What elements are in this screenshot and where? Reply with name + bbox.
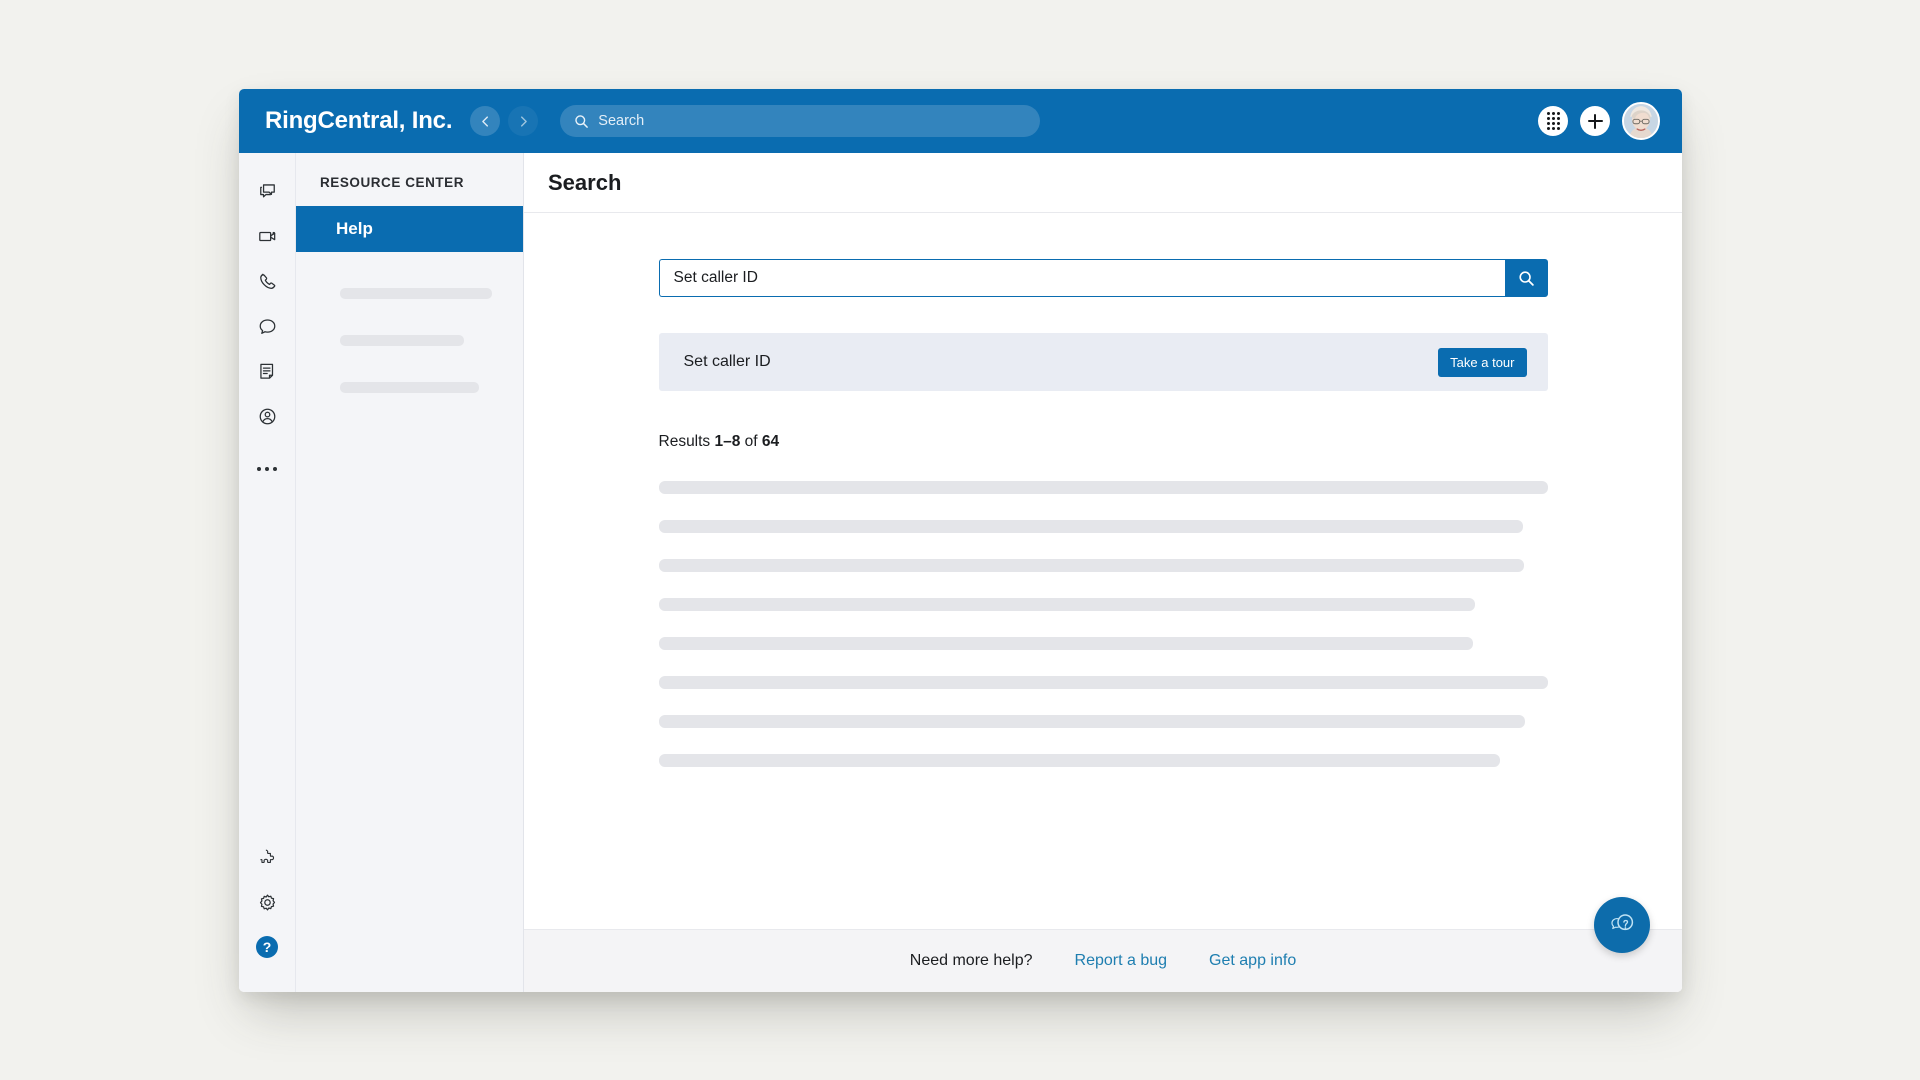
sidebar-item-phone[interactable]: [247, 261, 287, 301]
more-icon: [256, 466, 278, 472]
brand-title: RingCentral, Inc.: [265, 107, 453, 134]
get-app-info-link[interactable]: Get app info: [1209, 952, 1296, 970]
phone-icon: [259, 273, 275, 289]
skeleton-bar: [340, 382, 479, 393]
app-window: RingCentral, Inc. Search ? RESOURCE CENT…: [239, 89, 1682, 992]
chevron-right-icon: [520, 115, 527, 127]
results-range: 1–8: [714, 433, 741, 450]
sidebar-item-video[interactable]: [247, 216, 287, 256]
results-count: Results 1–8 of 64: [659, 433, 1548, 451]
sidebar-item-message[interactable]: [247, 171, 287, 211]
results-prefix: Results: [658, 433, 715, 450]
message-icon: [259, 183, 275, 197]
add-new-button[interactable]: [1580, 106, 1610, 136]
history-nav-group: [470, 106, 539, 136]
result-skeleton: [658, 559, 1525, 572]
sidebar-item-contacts[interactable]: [247, 396, 287, 436]
help-search-row: [658, 259, 1548, 297]
skeleton-bar: [340, 288, 492, 299]
nav-forward-button[interactable]: [508, 106, 539, 136]
avatar[interactable]: [1622, 102, 1660, 140]
search-submit-button[interactable]: [1504, 259, 1548, 297]
help-chat-fab[interactable]: [1594, 897, 1650, 953]
left-icon-rail: ?: [239, 153, 296, 992]
content-column: Set caller ID Take a tour Results 1–8 of…: [658, 259, 1548, 929]
result-skeleton: [658, 520, 1524, 533]
sidebar-item-more[interactable]: [247, 449, 287, 489]
page-title: Search: [548, 169, 622, 195]
rail-bottom-group: ?: [247, 837, 287, 992]
sidebar-item-help-nav[interactable]: Help: [296, 206, 523, 252]
footer-static-text: Need more help?: [909, 952, 1033, 969]
tour-card: Set caller ID Take a tour: [658, 333, 1548, 391]
skeleton-bar: [340, 335, 464, 346]
app-shell: ? RESOURCE CENTER Help Search Set caller…: [239, 153, 1682, 992]
topbar-actions: [1538, 102, 1660, 140]
chat-help-icon: [1611, 914, 1634, 931]
resource-center-placeholders: [296, 252, 523, 429]
result-skeleton: [658, 637, 1473, 650]
contacts-icon: [259, 408, 275, 424]
result-skeleton: [658, 754, 1501, 767]
search-input[interactable]: [658, 259, 1505, 297]
main-header: Search: [524, 153, 1682, 213]
nav-back-button[interactable]: [470, 106, 501, 136]
sidebar-item-fax[interactable]: [247, 351, 287, 391]
resource-center-item-label: Help: [336, 219, 373, 238]
result-skeleton: [658, 598, 1475, 611]
main-body: Set caller ID Take a tour Results 1–8 of…: [524, 213, 1682, 929]
chevron-left-icon: [481, 115, 488, 127]
search-icon: [1518, 270, 1534, 286]
search-icon: [575, 114, 589, 128]
result-skeleton: [658, 481, 1548, 494]
resource-center-panel: RESOURCE CENTER Help: [296, 153, 524, 992]
results-total: 64: [761, 433, 780, 450]
apps-puzzle-icon: [259, 849, 274, 863]
settings-gear-icon: [259, 894, 275, 910]
dialpad-button[interactable]: [1538, 106, 1568, 136]
app-topbar: RingCentral, Inc. Search: [239, 89, 1682, 153]
help-footer: Need more help? Report a bug Get app inf…: [524, 929, 1682, 992]
result-skeleton: [658, 676, 1548, 689]
fax-document-icon: [259, 363, 273, 379]
report-a-bug-link[interactable]: Report a bug: [1075, 952, 1168, 970]
dialpad-icon: [1546, 112, 1560, 130]
results-middle: of: [740, 433, 762, 450]
help-badge-icon: ?: [256, 936, 278, 958]
user-avatar-image: [1624, 104, 1658, 138]
global-search-placeholder: Search: [598, 113, 645, 129]
take-a-tour-button[interactable]: Take a tour: [1438, 347, 1527, 377]
main-content: Search Set caller ID Set caller ID Take …: [524, 153, 1682, 992]
text-bubble-icon: [259, 318, 275, 334]
resource-center-title: RESOURCE CENTER: [320, 175, 465, 190]
sidebar-item-settings[interactable]: [247, 882, 287, 922]
global-search-box[interactable]: Search: [560, 105, 1041, 137]
sidebar-item-text[interactable]: [247, 306, 287, 346]
results-list: [658, 481, 1548, 767]
tour-card-label: Set caller ID: [683, 353, 771, 370]
video-icon: [258, 231, 275, 241]
sidebar-item-apps[interactable]: [247, 837, 287, 877]
sidebar-item-help[interactable]: ?: [247, 927, 287, 967]
plus-icon: [1587, 113, 1603, 129]
result-skeleton: [658, 715, 1526, 728]
